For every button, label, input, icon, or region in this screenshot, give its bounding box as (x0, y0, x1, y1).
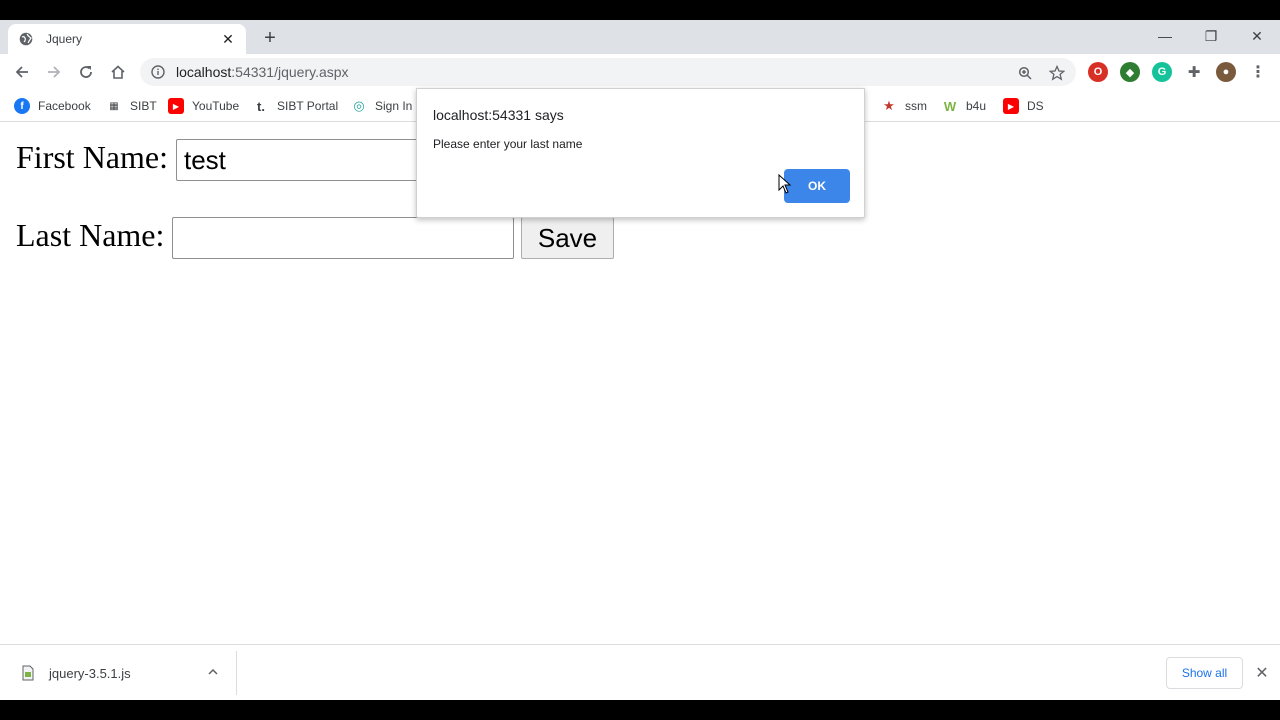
save-button[interactable]: Save (521, 217, 614, 259)
last-name-input[interactable] (172, 217, 514, 259)
bookmark-youtube[interactable]: ▶ YouTube (168, 96, 239, 116)
bookmark-ds[interactable]: ▶ DS (1003, 96, 1044, 116)
download-shelf: jquery-3.5.1.js Show all ✕ (0, 644, 1280, 700)
first-name-label: First Name: (16, 139, 168, 175)
bookmark-label: ssm (905, 99, 927, 113)
new-tab-button[interactable]: + (258, 26, 282, 50)
bookmark-sibt-portal[interactable]: t. SIBT Portal (253, 96, 338, 116)
bookmark-sign-in[interactable]: ◎ Sign In (351, 96, 412, 116)
alert-message: Please enter your last name (433, 137, 583, 151)
tab-jquery[interactable]: Jquery ✕ (8, 24, 246, 54)
tab-strip: Jquery ✕ + — ❐ ✕ (0, 20, 1280, 54)
youtube-icon: ▶ (168, 98, 184, 114)
url-text: localhost:54331/jquery.aspx (176, 64, 349, 80)
bookmark-label: b4u (966, 99, 987, 113)
grammarly-icon[interactable]: G (1152, 62, 1172, 82)
bookmark-label: Facebook (38, 99, 91, 113)
forward-button[interactable] (40, 58, 68, 86)
bottom-black-bar (0, 700, 1280, 720)
facebook-icon: f (14, 98, 30, 114)
info-icon[interactable] (150, 64, 166, 80)
mouse-cursor-icon (778, 174, 792, 194)
bookmark-sibt[interactable]: ▦ SIBT (106, 96, 157, 116)
back-arrow-icon (15, 66, 28, 78)
chevron-up-icon[interactable] (204, 663, 222, 681)
reload-button[interactable] (72, 58, 100, 86)
globe-icon (18, 31, 34, 47)
forward-arrow-icon (48, 66, 61, 78)
toolbar: localhost:54331/jquery.aspx O ◆ G ✚ ● ⋮ (0, 54, 1280, 90)
close-shelf-icon[interactable]: ✕ (1252, 663, 1272, 683)
bookmark-b4u[interactable]: W b4u (942, 96, 986, 116)
restore-button[interactable]: ❐ (1188, 24, 1234, 48)
avatar[interactable]: ● (1216, 62, 1236, 82)
show-all-button[interactable]: Show all (1166, 657, 1243, 689)
home-icon (111, 65, 125, 79)
url-path: :54331/jquery.aspx (231, 64, 349, 80)
bookmark-label: DS (1027, 99, 1044, 113)
bookmark-ssm[interactable]: ★ ssm (881, 96, 927, 116)
bookmark-star-icon[interactable] (1048, 64, 1066, 82)
reload-icon (80, 66, 92, 78)
bookmark-label: YouTube (192, 99, 240, 113)
minimize-button[interactable]: — (1142, 24, 1188, 48)
address-bar[interactable]: localhost:54331/jquery.aspx (140, 58, 1076, 86)
top-black-bar (0, 0, 1280, 20)
youtube-icon: ▶ (1003, 98, 1019, 114)
sign-in-icon: ◎ (353, 98, 365, 113)
alert-dialog: localhost:54331 says Please enter your l… (416, 88, 865, 218)
bookmark-label: Sign In (375, 99, 413, 113)
home-button[interactable] (104, 58, 132, 86)
window-close-button[interactable]: ✕ (1234, 24, 1280, 48)
t-icon: t. (257, 98, 265, 114)
menu-kebab-icon[interactable]: ⋮ (1248, 62, 1268, 82)
tab-title: Jquery (46, 32, 83, 46)
ok-button[interactable]: OK (784, 169, 850, 203)
shelf-divider (236, 651, 237, 695)
globe-extension-icon[interactable]: ◆ (1120, 62, 1140, 82)
back-button[interactable] (8, 58, 36, 86)
w-icon: W (943, 98, 957, 114)
puzzle-extensions-icon[interactable]: ✚ (1184, 62, 1204, 82)
bookmark-label: SIBT (130, 99, 157, 113)
url-host: localhost (176, 64, 232, 80)
sibt-icon: ▦ (109, 100, 119, 112)
ssm-icon: ★ (883, 98, 895, 113)
bookmark-label: SIBT Portal (277, 99, 339, 113)
opera-extension-icon[interactable]: O (1088, 62, 1108, 82)
zoom-icon[interactable] (1016, 64, 1034, 82)
alert-title: localhost:54331 says (433, 107, 564, 123)
last-name-label: Last Name: (16, 217, 165, 253)
bookmark-facebook[interactable]: f Facebook (14, 96, 91, 116)
js-file-icon (22, 665, 34, 681)
browser-window: Jquery ✕ + — ❐ ✕ localhost:54331/jquery.… (0, 20, 1280, 700)
download-file-name[interactable]: jquery-3.5.1.js (49, 666, 131, 681)
tab-close-icon[interactable]: ✕ (220, 31, 236, 48)
